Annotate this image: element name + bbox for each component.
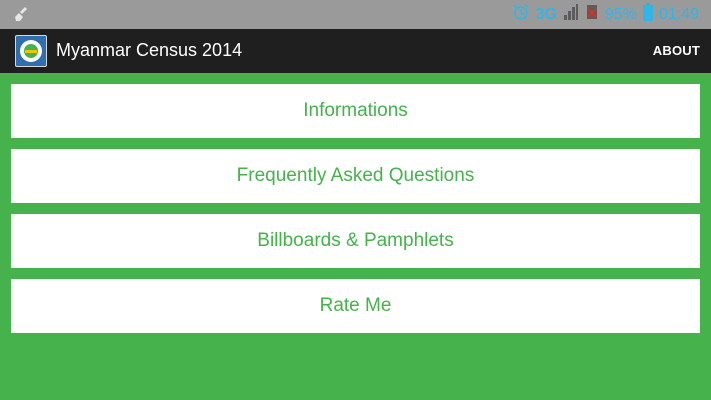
battery-percent: 95%	[604, 5, 637, 23]
menu-item-label: Rate Me	[319, 295, 392, 316]
about-button[interactable]: ABOUT	[653, 43, 700, 58]
network-type: 3G	[535, 5, 557, 23]
menu-item-label: Informations	[303, 100, 408, 121]
menu-item-label: Billboards & Pamphlets	[257, 230, 454, 251]
status-bar: 3G 95% 01:49	[0, 0, 711, 29]
signal-bars-icon	[563, 3, 579, 26]
menu-item-faq[interactable]: Frequently Asked Questions	[11, 149, 700, 203]
battery-icon	[642, 3, 653, 26]
menu-item-billboards-pamphlets[interactable]: Billboards & Pamphlets	[11, 214, 700, 268]
alarm-icon	[512, 3, 530, 26]
app-title: Myanmar Census 2014	[56, 40, 243, 60]
status-icons: 3G 95% 01:49	[512, 0, 699, 29]
broom-icon	[14, 6, 30, 27]
census-logo-icon[interactable]	[15, 35, 47, 67]
x-icon	[585, 3, 599, 26]
menu-item-informations[interactable]: Informations	[11, 84, 700, 138]
clock: 01:49	[658, 5, 699, 23]
main-menu: Informations Frequently Asked Questions …	[11, 84, 700, 344]
menu-item-label: Frequently Asked Questions	[236, 165, 475, 186]
menu-item-rate-me[interactable]: Rate Me	[11, 279, 700, 333]
